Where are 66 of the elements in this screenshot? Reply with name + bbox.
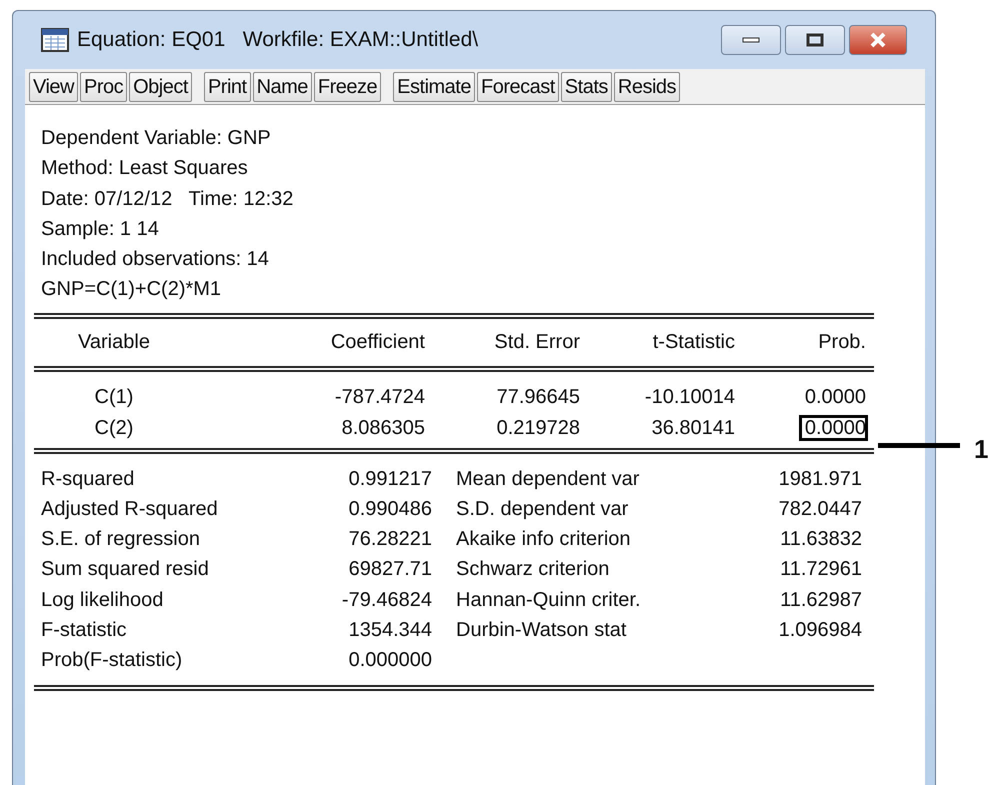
toolbar-button[interactable]: Object (129, 72, 192, 102)
maximize-icon (806, 33, 824, 47)
toolbar-button[interactable]: Estimate (393, 72, 475, 102)
stat-value: 0.990486 (348, 496, 432, 522)
column-header: Std. Error (493, 330, 580, 355)
column-header: Prob. (817, 330, 866, 355)
stat-value: 11.63832 (779, 527, 862, 552)
output-line: Method: Least Squares (41, 156, 249, 182)
output-line: Dependent Variable: GNP (41, 126, 272, 151)
stat-label: Hannan-Quinn criter. (455, 588, 642, 613)
window-title: Equation: EQ01 Workfile: EXAM::Untitled\ (77, 27, 478, 54)
stat-value: 782.0447 (778, 496, 862, 522)
stat-label: S.E. of regression (41, 527, 201, 552)
toolbar-button[interactable]: Stats (560, 72, 612, 102)
close-icon (868, 32, 888, 48)
stat-value: 11.72961 (779, 557, 862, 582)
stat-value: 1.096984 (778, 618, 862, 643)
stat-value: 0.991217 (348, 466, 432, 492)
toolbar-button[interactable]: Forecast (476, 72, 559, 102)
stat-label: R-squared (41, 466, 136, 492)
stat-label: F-statistic (41, 618, 128, 643)
table-cell-text: -787.4724 (334, 384, 425, 410)
column-header: Coefficient (330, 330, 425, 355)
stat-label: Durbin-Watson stat (455, 618, 628, 643)
output-line: Sample: 1 14 (41, 216, 160, 242)
callout-label: 1 (974, 433, 988, 466)
table-cell-text: C(2) (94, 416, 134, 441)
stat-label: Adjusted R-squared (41, 496, 219, 522)
table-cell-text: 8.086305 (340, 416, 425, 441)
window-icon (41, 28, 69, 52)
table-cell-text: 36.80141 (650, 416, 735, 441)
stat-label: Schwarz criterion (455, 557, 610, 582)
stat-value: -79.46824 (340, 588, 432, 613)
stat-label: Prob(F-statistic) (41, 648, 184, 673)
minimize-button[interactable] (721, 25, 781, 55)
maximize-button[interactable] (785, 25, 845, 55)
toolbar-button[interactable]: Name (252, 72, 312, 102)
close-button[interactable] (849, 25, 907, 55)
output-line: GNP=C(1)+C(2)*M1 (41, 277, 222, 302)
stat-value: 1354.344 (348, 618, 432, 643)
table-cell: 0.0000 (800, 416, 866, 439)
toolbar-button[interactable]: Proc (80, 72, 128, 102)
stat-label: Sum squared resid (41, 557, 210, 582)
stat-value: 1981.971 (778, 466, 862, 492)
toolbar-button[interactable]: Freeze (314, 72, 382, 102)
table-cell-text: C(1) (94, 384, 134, 410)
stat-label: S.D. dependent var (455, 496, 630, 522)
stat-label: Log likelihood (41, 588, 164, 613)
minimize-icon (742, 37, 760, 43)
stat-value: 69827.71 (348, 557, 432, 582)
table-cell-text: 0.219728 (496, 416, 580, 441)
column-header: Variable (77, 330, 151, 355)
output-line: Included observations: 14 (41, 247, 270, 272)
table-cell-text: -10.10014 (644, 384, 735, 410)
stat-value: 0.000000 (348, 648, 432, 673)
stat-label: Mean dependent var (455, 466, 640, 492)
table-cell: 0.0000 (804, 386, 866, 408)
table-cell-text: 77.96645 (496, 384, 580, 410)
toolbar-button[interactable]: Resids (614, 72, 680, 102)
stat-value: 76.28221 (348, 527, 432, 552)
toolbar-button[interactable]: View (29, 72, 78, 102)
stat-value: 11.62987 (779, 588, 862, 613)
toolbar-button[interactable]: Print (204, 72, 251, 102)
output-line: Date: 07/12/12 Time: 12:32 (41, 186, 294, 212)
stat-label: Akaike info criterion (455, 527, 632, 552)
column-header: t-Statistic (652, 330, 735, 355)
